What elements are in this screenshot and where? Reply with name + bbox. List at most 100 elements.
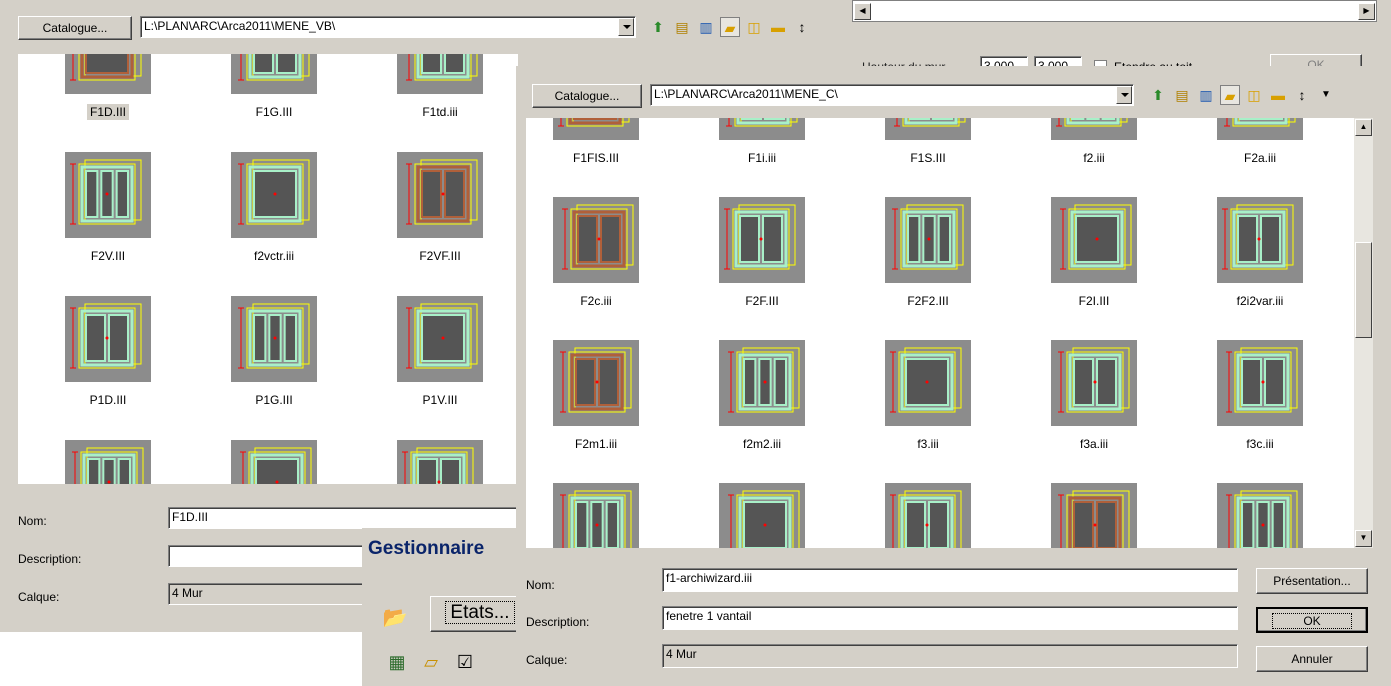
thumbnail-item[interactable]: P1G.III [214, 296, 334, 408]
thumbnail-item-partial[interactable] [536, 483, 656, 548]
up-folder-icon[interactable]: ⬆ [648, 17, 668, 37]
presentation-button[interactable]: Présentation... [1256, 568, 1368, 594]
dropdown-arrow-icon[interactable]: ▼ [1316, 85, 1336, 105]
back-path-combo[interactable]: L:\PLAN\ARC\Arca2011\MENE_VB\ [140, 16, 636, 38]
print-icon[interactable]: ▤ [672, 17, 692, 37]
sort-icon[interactable]: ↕ [792, 17, 812, 37]
thumbnail-item[interactable]: F1S.III [868, 118, 988, 166]
front-vertical-scrollbar[interactable]: ▲ ▼ [1354, 118, 1373, 548]
thumbnail-item-partial[interactable] [1200, 483, 1320, 548]
thumbnail-item[interactable]: F1i.iii [702, 118, 822, 166]
book-icon[interactable]: ▥ [696, 17, 716, 37]
open-folder-icon[interactable]: ▰ [1220, 85, 1240, 105]
window-thumbnail [397, 296, 483, 382]
back-calque-label: Calque: [18, 590, 60, 604]
thumbnail-item[interactable]: F2I.III [1034, 197, 1154, 309]
back-path-text: L:\PLAN\ARC\Arca2011\MENE_VB\ [144, 19, 336, 33]
thumbnail-item[interactable]: F1D.III [48, 54, 168, 120]
thumbnail-item[interactable]: F2a.iii [1200, 118, 1320, 166]
folder-icon[interactable]: ▬ [1268, 85, 1288, 105]
thumbnail-item-partial[interactable] [1034, 483, 1154, 548]
front-description-field[interactable]: fenetre 1 vantail [662, 606, 1238, 630]
browse-folder-icon[interactable]: ◫ [744, 17, 764, 37]
thumbnail-item[interactable]: F2F.III [702, 197, 822, 309]
thumbnail-item[interactable]: f3a.iii [1034, 340, 1154, 452]
front-thumbnail-grid[interactable]: F1FIS.III F1i.iii F1S.III f2.iii F2a.iii F2c.… [526, 118, 1366, 548]
front-calque-field[interactable]: 4 Mur [662, 644, 1238, 668]
front-nom-field[interactable]: f1-archiwizard.iii [662, 568, 1238, 592]
checklist-icon[interactable]: ☑ [452, 652, 478, 678]
top-right-dialog: ◀ ▶ Hauteur du mur 3,000 3,000 Etendre a… [838, 0, 1391, 78]
thumbnail-item[interactable]: f2vctr.iii [214, 152, 334, 264]
thumbnail-item[interactable]: P1D.III [48, 296, 168, 408]
etats-button[interactable]: Etats... [430, 596, 530, 632]
book-icon[interactable]: ▥ [1196, 85, 1216, 105]
thumbnail-item[interactable]: f3c.iii [1200, 340, 1320, 452]
thumbnail-item[interactable]: F1FIS.III [536, 118, 656, 166]
window-thumbnail [1217, 118, 1303, 140]
thumbnail-item-partial[interactable] [48, 440, 168, 484]
scroll-left-icon[interactable]: ◀ [854, 3, 871, 20]
open-folder-icon[interactable]: ▰ [720, 17, 740, 37]
front-catalogue-button[interactable]: Catalogue... [532, 84, 642, 108]
thumbnail-item[interactable]: F1td.iii [380, 54, 500, 120]
annuler-button[interactable]: Annuler [1256, 646, 1368, 672]
window-thumbnail [397, 152, 483, 238]
thumbnail-item-partial[interactable] [702, 483, 822, 548]
thumbnail-caption: P1G.III [255, 393, 293, 407]
window-thumbnail [553, 118, 639, 140]
folder-icon[interactable]: ▬ [768, 17, 788, 37]
browse-folder-icon[interactable]: ◫ [1244, 85, 1264, 105]
window-thumbnail-icon [402, 447, 474, 484]
front-path-combo[interactable]: L:\PLAN\ARC\Arca2011\MENE_C\ [650, 84, 1134, 106]
chevron-down-icon[interactable] [618, 18, 634, 36]
up-folder-icon[interactable]: ⬆ [1148, 85, 1168, 105]
thumbnail-item[interactable]: F2V.III [48, 152, 168, 264]
thumbnail-item[interactable]: f2m2.iii [702, 340, 822, 452]
thumbnail-caption: F2F.III [745, 294, 779, 308]
thumbnail-item[interactable]: f2.iii [1034, 118, 1154, 166]
scroll-thumb[interactable] [1355, 242, 1372, 338]
thumbnail-item[interactable]: F2F2.III [868, 197, 988, 309]
scroll-down-icon[interactable]: ▼ [1355, 530, 1372, 547]
window-thumbnail [719, 483, 805, 548]
thumbnail-item-partial[interactable] [214, 440, 334, 484]
thumbnail-item[interactable]: f2i2var.iii [1200, 197, 1320, 309]
top-right-hscroll[interactable]: ◀ ▶ [852, 0, 1377, 22]
back-thumbnail-grid[interactable]: F1D.III F1G.III F1td.iii F2V.III f2vctr.iii F… [18, 54, 518, 484]
back-nom-label: Nom: [18, 514, 47, 528]
thumbnail-item[interactable]: F2c.iii [536, 197, 656, 309]
back-catalogue-button[interactable]: Catalogue... [18, 16, 132, 40]
open-folder-icon[interactable]: 📂 [382, 608, 408, 634]
window-thumbnail [1051, 340, 1137, 426]
window-thumbnail-icon [1058, 347, 1130, 413]
back-nom-field[interactable]: F1D.III [168, 507, 528, 529]
front-calque-label: Calque: [526, 653, 568, 667]
thumbnail-caption: F1i.iii [747, 151, 776, 165]
thumbnail-item[interactable]: P1V.III [380, 296, 500, 408]
thumbnail-item[interactable]: F2m1.iii [536, 340, 656, 452]
back-calque-field[interactable]: 4 Mur [168, 583, 368, 605]
print-icon[interactable]: ▤ [1172, 85, 1192, 105]
window-thumbnail-icon [1058, 490, 1130, 548]
window-thumbnail [553, 197, 639, 283]
scroll-up-icon[interactable]: ▲ [1355, 119, 1372, 136]
front-description-label: Description: [526, 615, 590, 629]
window-thumbnail-icon [1226, 347, 1298, 413]
thumbnail-item-partial[interactable] [868, 483, 988, 548]
window-thumbnail [65, 152, 151, 238]
chevron-down-icon[interactable] [1116, 86, 1132, 104]
sort-icon[interactable]: ↕ [1292, 85, 1312, 105]
front-ok-button[interactable]: OK [1256, 607, 1368, 633]
thumbnail-item[interactable]: F1G.III [214, 54, 334, 120]
thumbnail-item[interactable]: f3.iii [868, 340, 988, 452]
window-thumbnail [65, 440, 151, 484]
back-description-field[interactable] [168, 545, 368, 567]
new-folder-icon[interactable]: ▦ [384, 652, 410, 678]
edit-folder-icon[interactable]: ▱ [418, 652, 444, 678]
window-thumbnail-icon [1056, 118, 1128, 127]
scroll-right-icon[interactable]: ▶ [1358, 3, 1375, 20]
thumbnail-item[interactable]: F2VF.III [380, 152, 500, 264]
thumbnail-item-partial[interactable] [380, 440, 500, 484]
thumbnail-caption: F2I.III [1078, 294, 1110, 308]
